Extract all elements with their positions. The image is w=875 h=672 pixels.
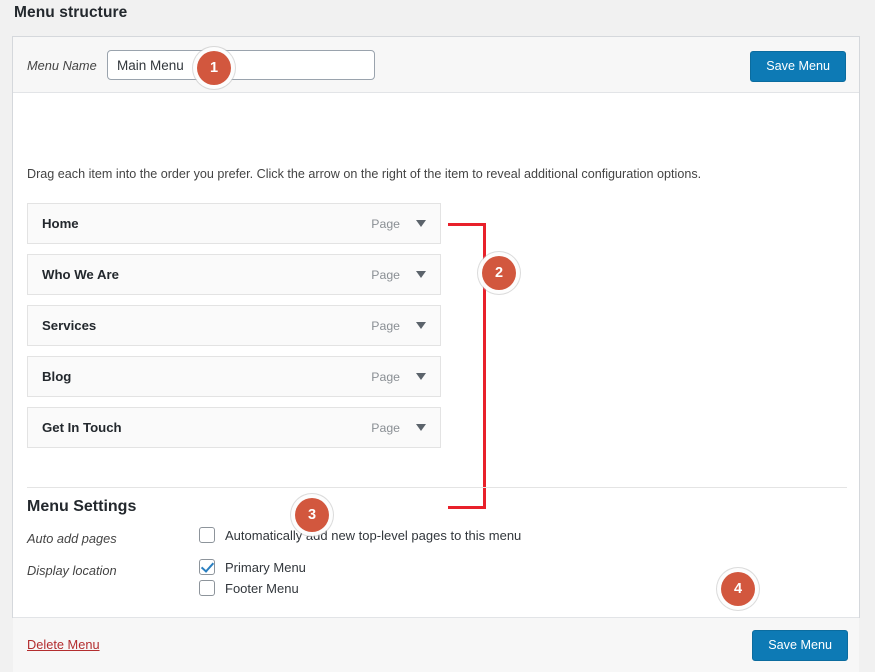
step-badge-1: 1: [197, 51, 231, 85]
menu-name-input[interactable]: [107, 50, 375, 80]
delete-menu-link[interactable]: Delete Menu: [27, 637, 100, 652]
page-title: Menu structure: [14, 4, 127, 22]
menu-item-row[interactable]: Home Page: [27, 203, 441, 244]
save-menu-button-bottom[interactable]: Save Menu: [752, 630, 848, 661]
menu-item-title: Home: [42, 216, 79, 231]
menu-item-row[interactable]: Services Page: [27, 305, 441, 346]
step-badge-4: 4: [721, 572, 755, 606]
chevron-down-icon[interactable]: [416, 322, 426, 329]
section-divider: [27, 487, 847, 488]
menu-name-label: Menu Name: [27, 58, 97, 73]
menu-item-title: Who We Are: [42, 267, 119, 282]
auto-add-pages-label: Auto add pages: [27, 531, 117, 546]
menu-item-title: Blog: [42, 369, 71, 384]
display-location-label: Display location: [27, 563, 117, 578]
panel-footer-bar: Delete Menu Save Menu: [13, 617, 859, 672]
menu-item-row[interactable]: Who We Are Page: [27, 254, 441, 295]
menu-items-list: Home Page Who We Are Page Services Page …: [27, 203, 441, 458]
menu-item-title: Services: [42, 318, 96, 333]
auto-add-pages-checkbox-row[interactable]: Automatically add new top-level pages to…: [199, 527, 521, 543]
footer-menu-checkbox-row[interactable]: Footer Menu: [199, 580, 299, 596]
annotation-bracket: [448, 223, 486, 509]
menu-item-type: Page: [371, 319, 400, 333]
menu-item-row[interactable]: Blog Page: [27, 356, 441, 397]
primary-menu-label: Primary Menu: [225, 560, 306, 575]
menu-item-type: Page: [371, 268, 400, 282]
menu-structure-panel: Menu Name Save Menu Drag each item into …: [12, 36, 860, 618]
menu-settings-heading: Menu Settings: [27, 498, 136, 516]
menu-item-type: Page: [371, 217, 400, 231]
footer-menu-label: Footer Menu: [225, 581, 299, 596]
chevron-down-icon[interactable]: [416, 220, 426, 227]
auto-add-pages-checkbox[interactable]: [199, 527, 215, 543]
step-badge-3: 3: [295, 498, 329, 532]
primary-menu-checkbox[interactable]: [199, 559, 215, 575]
menu-item-type: Page: [371, 370, 400, 384]
chevron-down-icon[interactable]: [416, 271, 426, 278]
save-menu-button-top[interactable]: Save Menu: [750, 51, 846, 82]
panel-body: Drag each item into the order you prefer…: [13, 93, 859, 617]
auto-add-pages-option-label: Automatically add new top-level pages to…: [225, 528, 521, 543]
menu-item-row[interactable]: Get In Touch Page: [27, 407, 441, 448]
step-badge-2: 2: [482, 256, 516, 290]
primary-menu-checkbox-row[interactable]: Primary Menu: [199, 559, 306, 575]
menu-item-type: Page: [371, 421, 400, 435]
chevron-down-icon[interactable]: [416, 424, 426, 431]
chevron-down-icon[interactable]: [416, 373, 426, 380]
footer-menu-checkbox[interactable]: [199, 580, 215, 596]
drag-hint-text: Drag each item into the order you prefer…: [27, 167, 701, 181]
menu-name-bar: Menu Name Save Menu: [13, 37, 859, 93]
menu-item-title: Get In Touch: [42, 420, 122, 435]
